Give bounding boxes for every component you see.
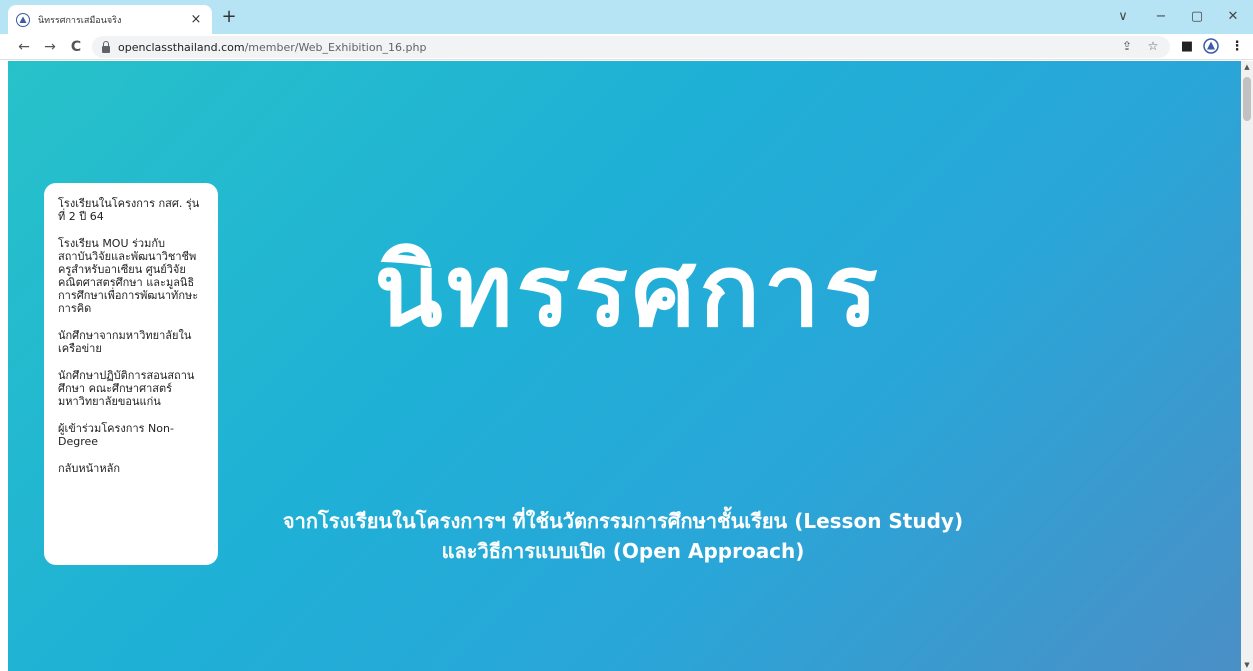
- scroll-down-arrow-icon[interactable]: ▼: [1241, 659, 1253, 671]
- menu-item-non-degree[interactable]: ผู้เข้าร่วมโครงการ Non-Degree: [58, 422, 206, 448]
- page-gutter: [0, 61, 8, 671]
- vertical-scrollbar[interactable]: ▲ ▼: [1241, 61, 1253, 671]
- page-subtitle: จากโรงเรียนในโครงการฯ ที่ใช้นวัตกรรมการศ…: [218, 506, 1028, 566]
- menu-item-kku-student-teachers[interactable]: นักศึกษาปฏิบัติการสอนสถานศึกษา คณะศึกษาศ…: [58, 369, 206, 408]
- browser-tab[interactable]: นิทรรศการเสมือนจริง ×: [8, 5, 212, 34]
- menu-item-kss-schools[interactable]: โรงเรียนในโครงการ กสศ. รุ่นที่ 2 ปี 64: [58, 197, 206, 223]
- browser-tab-strip: นิทรรศการเสมือนจริง × + ∨ − ▢ ✕: [0, 0, 1253, 34]
- subtitle-line-2: และวิธีการแบบเปิด (Open Approach): [441, 539, 805, 563]
- scroll-up-arrow-icon[interactable]: ▲: [1241, 61, 1253, 73]
- minimize-button[interactable]: −: [1146, 6, 1176, 28]
- menu-item-mou-schools[interactable]: โรงเรียน MOU ร่วมกับสถาบันวิจัยและพัฒนาว…: [58, 237, 206, 315]
- forward-button[interactable]: →: [40, 37, 60, 57]
- tab-title: นิทรรศการเสมือนจริง: [38, 15, 122, 26]
- maximize-button[interactable]: ▢: [1182, 6, 1212, 28]
- star-icon[interactable]: ☆: [1144, 37, 1162, 55]
- side-menu: โรงเรียนในโครงการ กสศ. รุ่นที่ 2 ปี 64 โ…: [44, 183, 218, 565]
- url-path: /member/Web_Exhibition_16.php: [244, 40, 427, 54]
- tab-close-icon[interactable]: ×: [188, 13, 204, 26]
- browser-toolbar: ← → C openclassthailand.com/member/Web_E…: [0, 34, 1253, 60]
- url-text[interactable]: openclassthailand.com/member/Web_Exhibit…: [118, 41, 427, 54]
- scroll-thumb[interactable]: [1243, 77, 1251, 121]
- back-button[interactable]: ←: [14, 37, 34, 57]
- reload-button[interactable]: C: [66, 37, 86, 57]
- tab-search-chevron-icon[interactable]: ∨: [1108, 6, 1138, 28]
- close-window-button[interactable]: ✕: [1218, 6, 1248, 28]
- menu-kebab-icon[interactable]: ⋮: [1228, 38, 1246, 56]
- menu-item-home[interactable]: กลับหน้าหลัก: [58, 462, 206, 475]
- lock-icon[interactable]: [102, 40, 110, 53]
- menu-item-network-students[interactable]: นักศึกษาจากมหาวิทยาลัยในเครือข่าย: [58, 329, 206, 355]
- site-logo-icon: [16, 12, 30, 27]
- share-icon[interactable]: ⇪: [1118, 37, 1136, 55]
- new-tab-button[interactable]: +: [218, 6, 240, 28]
- page-background: โรงเรียนในโครงการ กสศ. รุ่นที่ 2 ปี 64 โ…: [8, 61, 1241, 671]
- page-title: นิทรรศการ: [374, 232, 882, 349]
- sidepanel-icon[interactable]: ■: [1178, 38, 1196, 56]
- address-bar[interactable]: openclassthailand.com/member/Web_Exhibit…: [92, 36, 1170, 58]
- profile-icon[interactable]: [1202, 38, 1220, 56]
- url-host: openclassthailand.com: [118, 40, 245, 54]
- subtitle-line-1: จากโรงเรียนในโครงการฯ ที่ใช้นวัตกรรมการศ…: [282, 509, 964, 533]
